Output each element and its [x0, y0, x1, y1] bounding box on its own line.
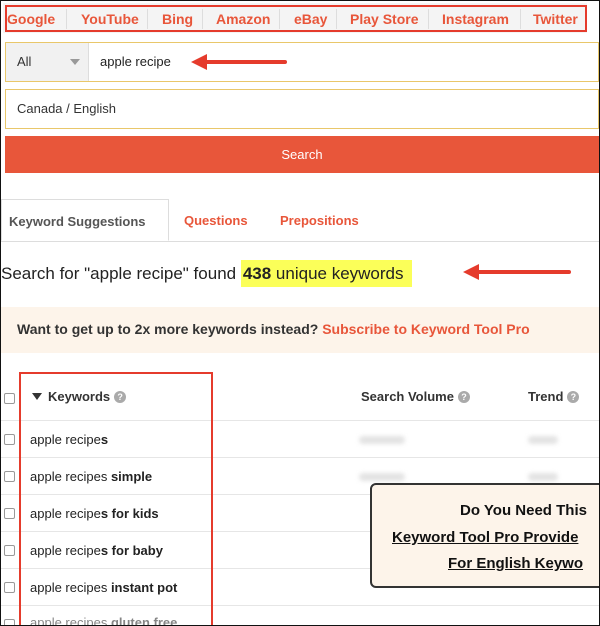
- row-checkbox[interactable]: [4, 434, 15, 445]
- upgrade-banner: Want to get up to 2x more keywords inste…: [1, 307, 599, 353]
- results-summary-prefix: Search for "apple recipe" found: [1, 264, 241, 283]
- search-type-select[interactable]: All: [6, 43, 89, 81]
- search-input[interactable]: apple recipe: [100, 54, 171, 69]
- location-language-select[interactable]: Canada / English: [5, 89, 599, 129]
- results-count: 438: [242, 264, 272, 283]
- select-all-checkbox[interactable]: [4, 393, 15, 404]
- annotation-box-keywords: [19, 372, 213, 625]
- screenshot-frame: Google YouTube Bing Amazon eBay Play Sto…: [0, 0, 600, 626]
- engine-tab-google[interactable]: Google: [7, 11, 55, 27]
- annotation-arrow-left-icon: [463, 264, 571, 280]
- blurred-trend: [528, 436, 558, 444]
- annotation-arrow-left-icon: [191, 54, 287, 70]
- engine-tab-play-store[interactable]: Play Store: [350, 11, 418, 27]
- engine-separator: [147, 9, 148, 29]
- engine-tab-bing[interactable]: Bing: [162, 11, 193, 27]
- column-header-label: Trend: [528, 389, 564, 404]
- tab-label: Keyword Suggestions: [9, 214, 146, 229]
- engine-separator: [428, 9, 429, 29]
- help-icon[interactable]: ?: [567, 391, 580, 403]
- search-button[interactable]: Search: [5, 136, 599, 173]
- column-header-trend[interactable]: Trend?: [528, 389, 580, 404]
- engine-separator: [279, 9, 280, 29]
- popup-link-line[interactable]: For English Keywo: [448, 555, 583, 572]
- subscribe-link[interactable]: Subscribe to Keyword Tool Pro: [322, 321, 529, 337]
- upgrade-banner-text: Want to get up to 2x more keywords inste…: [17, 321, 530, 337]
- upsell-popup: Do You Need This Keyword Tool Pro Provid…: [370, 483, 599, 588]
- result-tabs: Keyword Suggestions Questions Prepositio…: [1, 199, 599, 242]
- engine-tab-ebay[interactable]: eBay: [294, 11, 327, 27]
- location-language-value: Canada / English: [17, 101, 117, 116]
- popup-link-line[interactable]: Keyword Tool Pro Provide: [392, 529, 578, 546]
- engine-tab-instagram[interactable]: Instagram: [442, 11, 509, 27]
- tab-keyword-suggestions[interactable]: Keyword Suggestions: [1, 199, 169, 241]
- row-checkbox[interactable]: [4, 471, 15, 482]
- engine-separator: [336, 9, 337, 29]
- help-icon[interactable]: ?: [457, 391, 470, 403]
- popup-heading: Do You Need This: [460, 502, 587, 519]
- row-checkbox[interactable]: [4, 619, 15, 625]
- blurred-trend: [528, 473, 558, 481]
- chevron-down-icon: [70, 59, 80, 65]
- engine-tab-twitter[interactable]: Twitter: [533, 11, 578, 27]
- row-checkbox[interactable]: [4, 582, 15, 593]
- engine-tab-youtube[interactable]: YouTube: [81, 11, 139, 27]
- row-checkbox[interactable]: [4, 508, 15, 519]
- engine-separator: [66, 9, 67, 29]
- search-type-value: All: [17, 54, 32, 69]
- blurred-volume: [359, 436, 405, 444]
- results-count-highlight: 438 unique keywords: [240, 260, 412, 287]
- column-header-label: Search Volume: [361, 389, 454, 404]
- engine-separator: [520, 9, 521, 29]
- search-row: All apple recipe: [5, 42, 599, 82]
- column-header-search-volume[interactable]: Search Volume?: [361, 389, 470, 404]
- tab-questions[interactable]: Questions: [184, 213, 248, 228]
- results-summary-suffix: unique keywords: [271, 264, 404, 283]
- engine-separator: [202, 9, 203, 29]
- upgrade-banner-message: Want to get up to 2x more keywords inste…: [17, 321, 323, 337]
- engine-tabs: Google YouTube Bing Amazon eBay Play Sto…: [3, 3, 587, 33]
- blurred-volume: [359, 473, 405, 481]
- results-summary: Search for "apple recipe" found 438 uniq…: [1, 256, 412, 292]
- tab-prepositions[interactable]: Prepositions: [280, 213, 359, 228]
- row-checkbox[interactable]: [4, 545, 15, 556]
- engine-tab-amazon[interactable]: Amazon: [216, 11, 270, 27]
